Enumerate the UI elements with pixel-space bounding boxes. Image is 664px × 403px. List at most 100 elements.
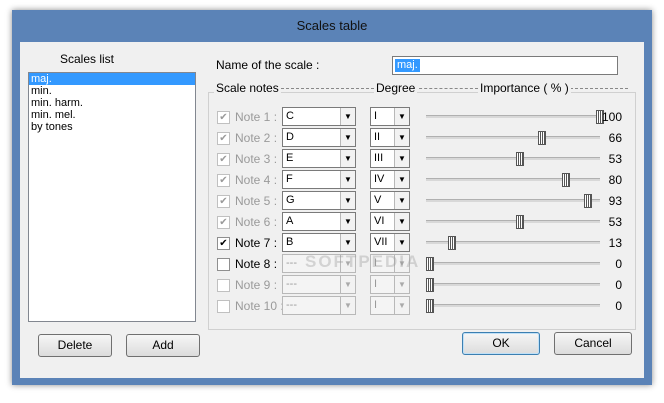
importance-slider-track[interactable] [426,173,600,187]
degree-select[interactable]: V ▼ [370,191,410,210]
note-label: Note 10 : [235,299,284,313]
note-label: Note 5 : [235,194,278,208]
degree-select[interactable]: I ▼ [370,275,410,294]
note-select-value: G [286,194,295,206]
delete-button[interactable]: Delete [38,334,112,357]
chevron-down-icon: ▼ [340,108,355,125]
chevron-down-icon: ▼ [394,297,409,314]
note-checkbox[interactable] [217,258,230,271]
note-checkbox[interactable] [217,300,230,313]
header-importance: Importance ( % ) [478,81,571,95]
note-label: Note 9 : [235,278,278,292]
scale-name-label: Name of the scale : [216,58,320,72]
note-select[interactable]: F ▼ [282,170,356,189]
scale-name-input[interactable]: maj. [392,56,618,75]
add-button[interactable]: Add [126,334,200,357]
importance-slider-thumb[interactable] [426,278,434,292]
degree-select[interactable]: III ▼ [370,149,410,168]
importance-slider-thumb[interactable] [584,194,593,208]
chevron-down-icon: ▼ [340,276,355,293]
note-select-value: E [286,152,294,164]
importance-slider-thumb[interactable] [516,152,525,166]
importance-slider-track[interactable] [426,152,600,166]
note-select[interactable]: --- ▼ [282,275,356,294]
importance-slider-thumb[interactable] [538,131,547,145]
note-label: Note 7 : [235,236,278,250]
chevron-down-icon: ▼ [394,108,409,125]
chevron-down-icon: ▼ [340,297,355,314]
dialog-window: Scales table Scales list maj. min. min. ha… [12,10,652,385]
note-checkbox[interactable]: ✔ [217,174,230,187]
note-select[interactable]: E ▼ [282,149,356,168]
importance-slider-track[interactable] [426,278,600,292]
note-select[interactable]: C ▼ [282,107,356,126]
note-checkbox[interactable]: ✔ [217,111,230,124]
note-select-value: --- [286,257,297,269]
note-select-value: --- [286,278,297,290]
importance-slider-track[interactable] [426,299,600,313]
note-select-value: F [286,173,293,185]
importance-slider-thumb[interactable] [562,173,570,187]
importance-slider-thumb[interactable] [426,257,434,271]
importance-value: 0 [615,257,622,271]
importance-slider-track[interactable] [426,215,600,229]
importance-slider-thumb[interactable] [426,299,434,313]
chevron-down-icon: ▼ [340,150,355,167]
degree-select[interactable]: IV ▼ [370,170,410,189]
note-select[interactable]: B ▼ [282,233,356,252]
note-row: ✔ Note 4 : F ▼ IV ▼ 80 [20,170,660,191]
note-select[interactable]: --- ▼ [282,296,356,315]
scale-list-item[interactable]: maj. [29,73,195,85]
chevron-down-icon: ▼ [340,213,355,230]
degree-select-value: II [374,131,381,143]
degree-select[interactable]: VII ▼ [370,233,410,252]
scale-list-item[interactable]: min. [29,85,195,97]
chevron-down-icon: ▼ [340,192,355,209]
note-label: Note 3 : [235,152,278,166]
importance-slider-thumb[interactable] [448,236,457,250]
importance-value: 100 [601,110,622,124]
importance-slider-track[interactable] [426,131,600,145]
importance-value: 93 [608,194,622,208]
note-label: Note 2 : [235,131,278,145]
note-select-value: D [286,131,294,143]
note-select[interactable]: A ▼ [282,212,356,231]
importance-value: 53 [608,215,622,229]
cancel-button[interactable]: Cancel [554,332,632,355]
note-select-value: --- [286,299,297,311]
note-checkbox[interactable]: ✔ [217,237,230,250]
importance-slider-thumb[interactable] [516,215,525,229]
degree-select[interactable]: II ▼ [370,128,410,147]
degree-select[interactable]: I ▼ [370,107,410,126]
degree-select-value: I [374,110,378,122]
note-checkbox[interactable]: ✔ [217,195,230,208]
importance-value: 66 [608,131,622,145]
note-select-value: B [286,236,294,248]
note-select[interactable]: G ▼ [282,191,356,210]
importance-value: 0 [615,299,622,313]
ok-button[interactable]: OK [462,332,540,355]
note-select[interactable]: D ▼ [282,128,356,147]
note-checkbox[interactable] [217,279,230,292]
degree-select[interactable]: VI ▼ [370,212,410,231]
importance-slider-track[interactable] [426,194,600,208]
importance-slider-track[interactable] [426,257,600,271]
chevron-down-icon: ▼ [394,213,409,230]
note-checkbox[interactable]: ✔ [217,216,230,229]
note-checkbox[interactable]: ✔ [217,153,230,166]
importance-slider-track[interactable] [426,236,600,250]
degree-select-value: I [374,299,378,311]
chevron-down-icon: ▼ [394,171,409,188]
note-row: Note 9 : --- ▼ I ▼ 0 [20,275,660,296]
chevron-down-icon: ▼ [340,129,355,146]
importance-value: 53 [608,152,622,166]
title-bar[interactable]: Scales table [12,10,652,42]
window-title: Scales table [296,18,368,33]
degree-select[interactable]: I ▼ [370,296,410,315]
note-checkbox[interactable]: ✔ [217,132,230,145]
note-label: Note 8 : [235,257,278,271]
chevron-down-icon: ▼ [394,276,409,293]
importance-slider-track[interactable] [426,110,604,124]
degree-select-value: V [374,194,382,206]
header-divider [414,88,478,89]
